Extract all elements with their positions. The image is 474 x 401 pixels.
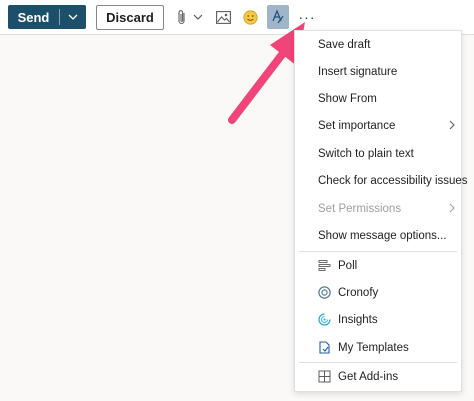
menu-item-save-draft[interactable]: Save draft	[295, 31, 461, 58]
menu-item-show-message-options[interactable]: Show message options...	[295, 222, 461, 249]
templates-icon	[318, 341, 331, 354]
more-options-menu: Save draft Insert signature Show From Se…	[294, 30, 468, 392]
insights-icon	[318, 313, 331, 326]
menu-item-show-from[interactable]: Show From	[295, 85, 461, 112]
chevron-right-icon	[449, 120, 455, 130]
poll-icon	[318, 259, 331, 272]
menu-item-set-importance[interactable]: Set importance	[295, 112, 461, 139]
chevron-right-icon	[449, 203, 455, 213]
menu-item-cronofy[interactable]: Cronofy	[295, 279, 461, 306]
get-addins-icon	[318, 370, 331, 383]
menu-item-poll[interactable]: Poll	[295, 252, 461, 279]
menu-item-set-permissions: Set Permissions	[295, 195, 461, 222]
menu-item-my-templates[interactable]: My Templates	[295, 334, 461, 361]
menu-item-insert-signature[interactable]: Insert signature	[295, 58, 461, 85]
cronofy-icon	[318, 286, 331, 299]
menu-item-switch-plain-text[interactable]: Switch to plain text	[295, 140, 461, 167]
menu-item-get-addins[interactable]: Get Add-ins	[295, 363, 461, 390]
menu-item-check-accessibility[interactable]: Check for accessibility issues	[295, 167, 468, 194]
menu-item-insights[interactable]: Insights	[295, 306, 461, 333]
